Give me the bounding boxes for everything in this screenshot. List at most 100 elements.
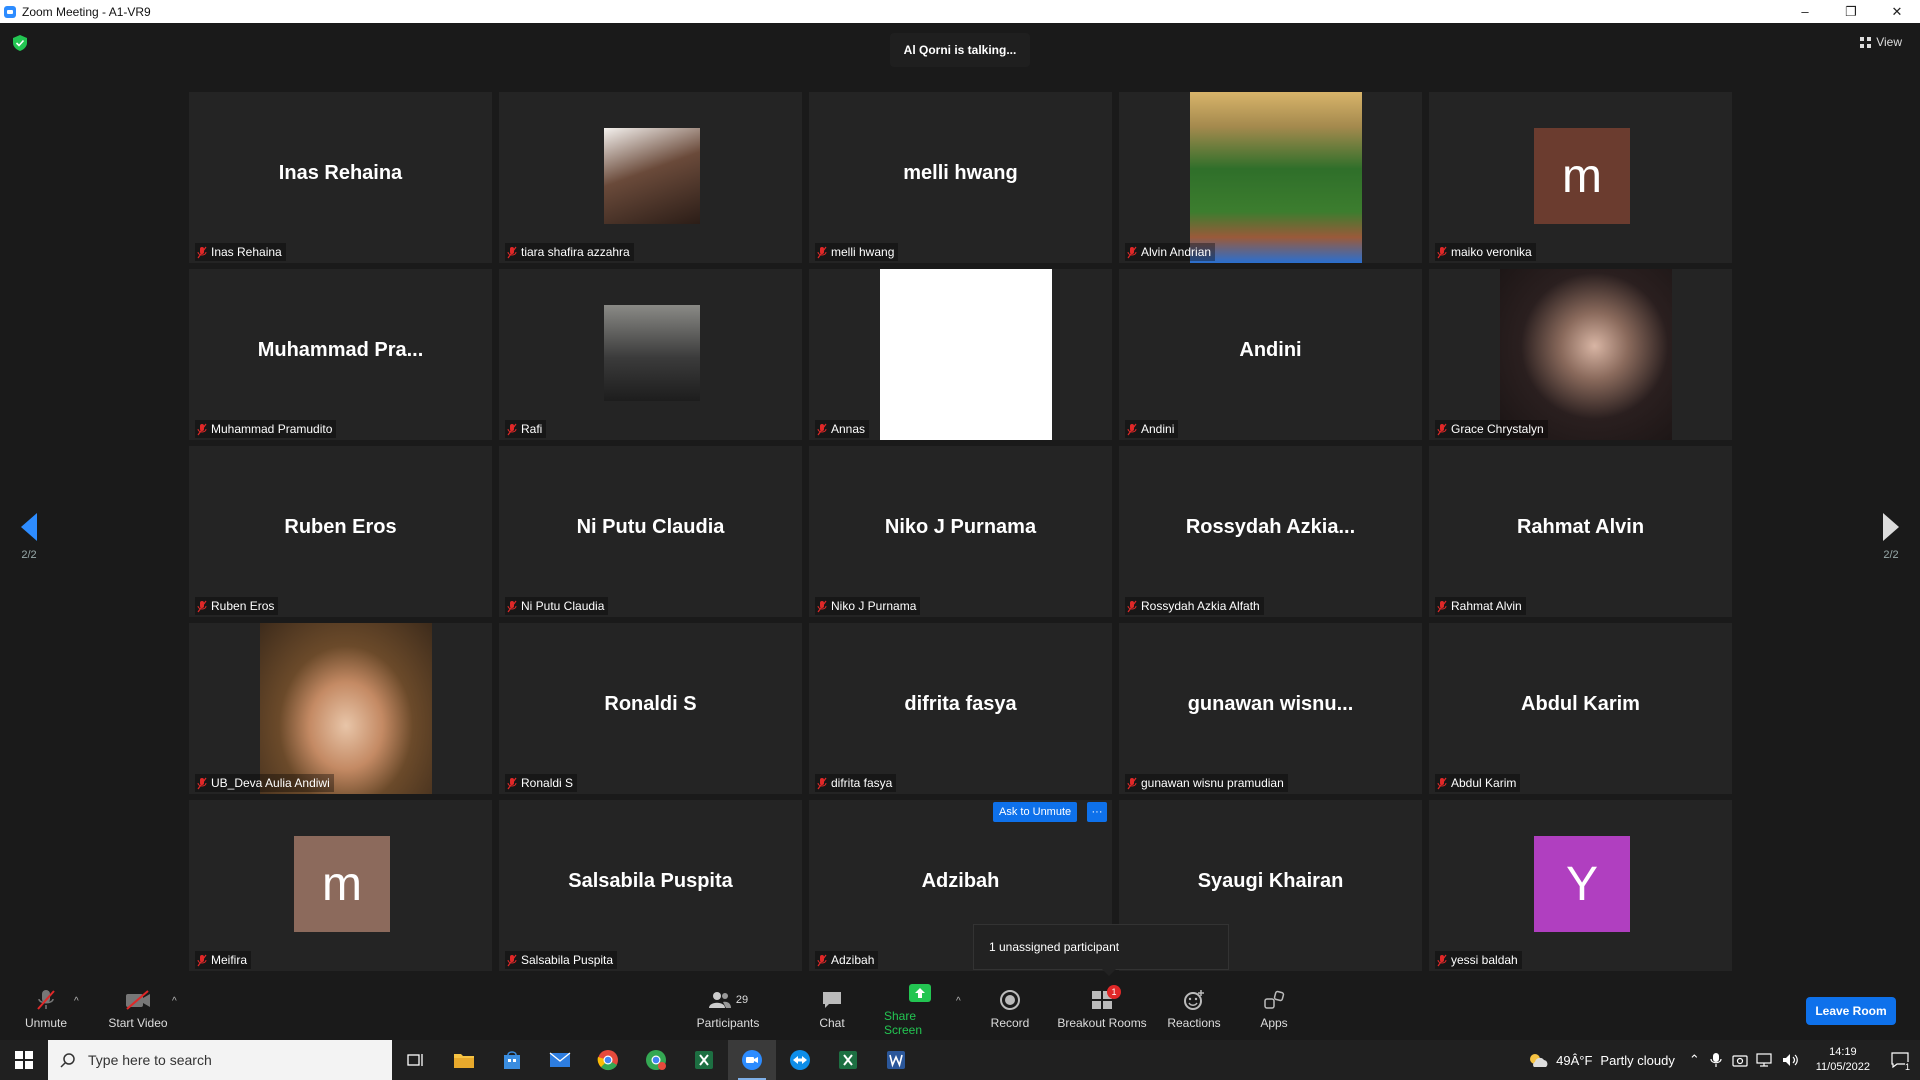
participant-tile[interactable]: Niko J Purnama Niko J Purnama — [809, 446, 1112, 617]
unmute-button[interactable]: Unmute — [18, 978, 74, 1040]
apps-button[interactable]: Apps — [1244, 978, 1304, 1040]
share-options-caret[interactable]: ^ — [956, 996, 961, 1007]
weather-temp[interactable]: 49Â°F — [1556, 1053, 1592, 1068]
participant-display-name: Niko J Purnama — [884, 516, 1037, 538]
smiley-icon — [1183, 988, 1205, 1012]
record-button[interactable]: Record — [980, 978, 1040, 1040]
participant-video — [880, 269, 1052, 440]
chrome-icon — [597, 1050, 618, 1071]
participant-name-label: Grace Chrystalyn — [1435, 420, 1548, 438]
mail-button[interactable] — [536, 1040, 584, 1080]
participant-tile[interactable]: Ni Putu Claudia Ni Putu Claudia — [499, 446, 802, 617]
weather-desc[interactable]: Partly cloudy — [1600, 1053, 1674, 1068]
excel-button-2[interactable] — [824, 1040, 872, 1080]
participant-tile[interactable]: Yyessi baldah — [1429, 800, 1732, 971]
participant-name-label: Adzibah — [815, 951, 879, 969]
chrome-button[interactable] — [584, 1040, 632, 1080]
reactions-button[interactable]: Reactions — [1164, 978, 1224, 1040]
chat-button[interactable]: Chat — [802, 978, 862, 1040]
participant-name-label: gunawan wisnu pramudian — [1125, 774, 1288, 792]
audio-options-caret[interactable]: ^ — [74, 996, 79, 1007]
task-view-button[interactable] — [392, 1040, 440, 1080]
excel-icon-2 — [839, 1051, 857, 1069]
camera-icon[interactable] — [1732, 1053, 1748, 1067]
security-shield-icon[interactable] — [13, 35, 27, 51]
reactions-label: Reactions — [1167, 1016, 1221, 1030]
participant-tile[interactable]: Rossydah Azkia... Rossydah Azkia Alfath — [1119, 446, 1422, 617]
chevron-up-icon[interactable]: ⌃ — [1689, 1052, 1700, 1068]
participant-tile[interactable]: Annas — [809, 269, 1112, 440]
mic-muted-icon — [197, 423, 207, 436]
notification-count: 1 — [1904, 1062, 1910, 1072]
participant-tile[interactable]: m maiko veronika — [1429, 92, 1732, 263]
taskbar-search-box[interactable]: Type here to search — [48, 1040, 392, 1080]
leave-room-button[interactable]: Leave Room — [1806, 997, 1896, 1025]
ask-to-unmute-button[interactable]: Ask to Unmute — [993, 802, 1078, 822]
participants-button[interactable]: 29 Participants — [690, 978, 766, 1040]
video-options-caret[interactable]: ^ — [172, 996, 177, 1007]
participant-tile[interactable]: m Meifira — [189, 800, 492, 971]
participant-name-label: Inas Rehaina — [195, 243, 286, 261]
excel-button[interactable] — [680, 1040, 728, 1080]
search-icon — [60, 1053, 75, 1068]
participant-tile[interactable]: Ruben Eros Ruben Eros — [189, 446, 492, 617]
breakout-rooms-badge: 1 — [1107, 985, 1121, 999]
view-button[interactable]: View — [1860, 35, 1902, 49]
previous-page-button[interactable]: 2/2 — [14, 513, 44, 561]
next-page-button[interactable]: 2/2 — [1876, 513, 1906, 561]
clock[interactable]: 14:19 11/05/2022 — [1816, 1045, 1870, 1075]
participant-tile[interactable]: difrita fasya difrita fasya — [809, 623, 1112, 794]
share-screen-button[interactable]: Share Screen — [884, 978, 956, 1040]
participant-name-label: Rossydah Azkia Alfath — [1125, 597, 1264, 615]
meeting-area: Al Qorni is talking... View 2/2 2/2 Inas… — [0, 23, 1920, 978]
participant-name-label: Rafi — [505, 420, 547, 438]
zoom-icon — [742, 1050, 762, 1070]
participant-tile[interactable]: Andini Andini — [1119, 269, 1422, 440]
start-button[interactable] — [0, 1040, 48, 1080]
participant-tile[interactable]: gunawan wisnu... gunawan wisnu pramudian — [1119, 623, 1422, 794]
participant-name-label: UB_Deva Aulia Andiwi — [195, 774, 334, 792]
participant-tile[interactable]: Rafi — [499, 269, 802, 440]
windows-taskbar: Type here to search 49Â°F Partly cloudy … — [0, 1040, 1920, 1080]
notifications-button[interactable]: 1 — [1880, 1040, 1920, 1080]
participant-name-label: Abdul Karim — [1435, 774, 1521, 792]
network-icon[interactable] — [1756, 1053, 1774, 1067]
close-button[interactable]: ✕ — [1874, 0, 1920, 23]
participant-tile[interactable]: Abdul Karim Abdul Karim — [1429, 623, 1732, 794]
participant-name: Adzibah — [831, 953, 875, 967]
chrome-profile-button[interactable] — [632, 1040, 680, 1080]
task-view-icon — [407, 1054, 423, 1066]
participant-tile[interactable]: Inas Rehaina Inas Rehaina — [189, 92, 492, 263]
store-button[interactable] — [488, 1040, 536, 1080]
participant-name: Salsabila Puspita — [521, 953, 614, 967]
participant-tile[interactable]: tiara shafira azzahra — [499, 92, 802, 263]
participant-name-label: Ruben Eros — [195, 597, 279, 615]
excel-icon — [695, 1051, 713, 1069]
participant-display-name: Abdul Karim — [1521, 693, 1640, 715]
more-options-button[interactable]: ··· — [1087, 802, 1107, 822]
participant-display-name: gunawan wisnu... — [1187, 693, 1354, 715]
minimize-button[interactable]: – — [1782, 0, 1828, 23]
speaker-icon[interactable] — [1782, 1053, 1800, 1067]
file-explorer-button[interactable] — [440, 1040, 488, 1080]
participant-tile[interactable]: Rahmat Alvin Rahmat Alvin — [1429, 446, 1732, 617]
zoom-taskbar-button[interactable] — [728, 1040, 776, 1080]
teamviewer-button[interactable] — [776, 1040, 824, 1080]
restore-button[interactable]: ❐ — [1828, 0, 1874, 23]
participant-tile[interactable]: Grace Chrystalyn — [1429, 269, 1732, 440]
word-button[interactable] — [872, 1040, 920, 1080]
microphone-icon[interactable] — [1710, 1052, 1722, 1068]
arrow-right-icon — [1883, 513, 1899, 541]
mic-muted-icon — [1437, 246, 1447, 259]
window-titlebar: Zoom Meeting - A1-VR9 – ❐ ✕ — [0, 0, 1920, 23]
participant-name: Rafi — [521, 422, 543, 436]
participant-tile[interactable]: Ronaldi S Ronaldi S — [499, 623, 802, 794]
breakout-rooms-button[interactable]: 1 Breakout Rooms — [1056, 978, 1148, 1040]
participant-tile[interactable]: Salsabila Puspita Salsabila Puspita — [499, 800, 802, 971]
participant-tile[interactable]: UB_Deva Aulia Andiwi — [189, 623, 492, 794]
participant-name: gunawan wisnu pramudian — [1141, 776, 1284, 790]
start-video-button[interactable]: Start Video — [104, 978, 172, 1040]
participant-tile[interactable]: Alvin Andrian — [1119, 92, 1422, 263]
participant-tile[interactable]: melli hwang melli hwang — [809, 92, 1112, 263]
participant-tile[interactable]: Muhammad Pra... Muhammad Pramudito — [189, 269, 492, 440]
